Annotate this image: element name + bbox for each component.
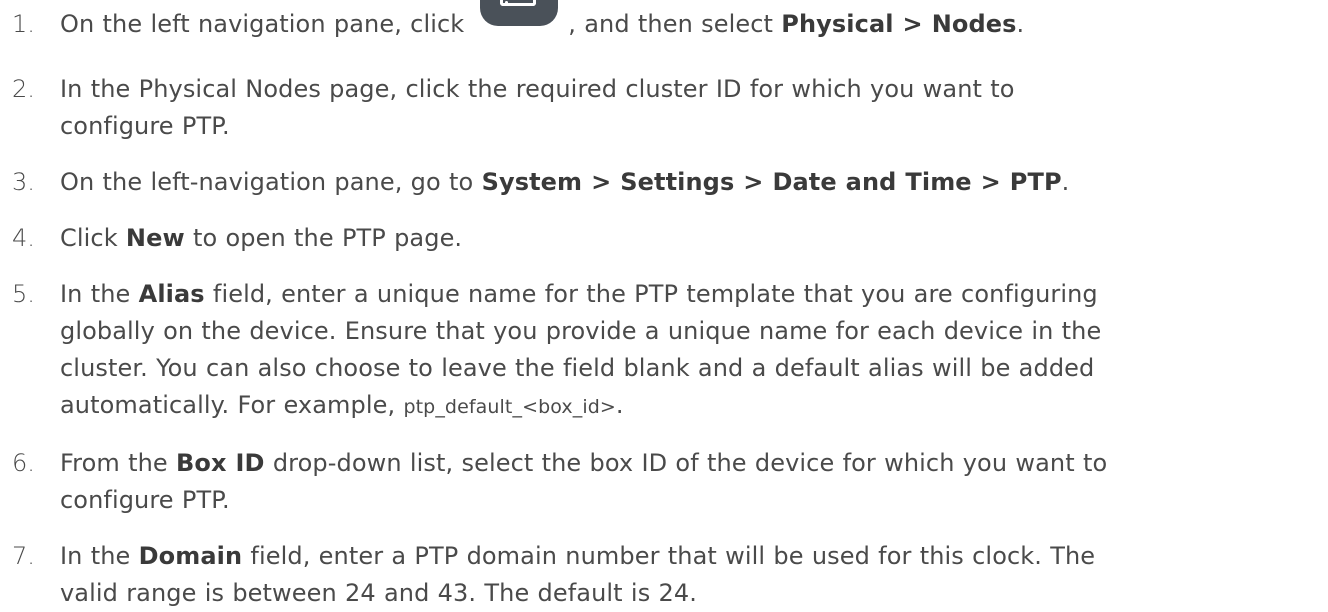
text-line: automatically. For example, ptp_default_… — [60, 387, 1322, 426]
step-number: 4. — [12, 224, 35, 252]
step-text: On the left-navigation pane, go to Syste… — [60, 164, 1322, 201]
step-text: In the Physical Nodes page, click the re… — [60, 71, 1322, 145]
text-line: In the Alias field, enter a unique name … — [60, 276, 1322, 313]
text-line: configure PTP. — [60, 486, 230, 514]
text-segment: . — [1061, 168, 1070, 196]
text-segment: to open the PTP page. — [193, 224, 463, 252]
code-example: ptp_default_<box_id> — [403, 396, 616, 418]
text-line: cluster. You can also choose to leave th… — [60, 354, 1095, 382]
ui-path-physical-nodes: Physical > Nodes — [781, 10, 1017, 38]
step-text: In the Alias field, enter a unique name … — [60, 276, 1322, 426]
ui-path-ptp: System > Settings > Date and Time > PTP — [481, 168, 1062, 196]
text-line: From the Box ID drop-down list, select t… — [60, 445, 1322, 482]
step-text: In the Domain field, enter a PTP domain … — [60, 538, 1322, 612]
step-text: On the left navigation pane, click , and … — [60, 0, 1322, 43]
step-number: 5. — [12, 280, 35, 308]
text-segment: . — [615, 391, 624, 419]
text-segment: automatically. For example, — [60, 391, 396, 419]
step-number: 3. — [12, 168, 35, 196]
text-line: globally on the device. Ensure that you … — [60, 317, 1102, 345]
text-segment: . — [1016, 10, 1025, 38]
step-number: 2. — [12, 75, 35, 103]
step-number: 7. — [12, 542, 35, 570]
ui-label-alias: Alias — [138, 280, 205, 308]
text-line: In the Physical Nodes page, click the re… — [60, 75, 1015, 103]
text-segment: Click — [60, 224, 118, 252]
text-segment: In the — [60, 542, 131, 570]
text-segment: field, enter a PTP domain number that wi… — [250, 542, 1096, 570]
text-segment: On the left-navigation pane, go to — [60, 168, 474, 196]
text-segment: drop-down list, select the box ID of the… — [272, 449, 1108, 477]
text-line: In the Domain field, enter a PTP domain … — [60, 538, 1322, 575]
text-segment: On the left navigation pane, click — [60, 10, 465, 38]
step-text: From the Box ID drop-down list, select t… — [60, 445, 1322, 519]
ui-label-new: New — [125, 224, 185, 252]
step-text: Click New to open the PTP page. — [60, 220, 1322, 257]
text-segment: field, enter a unique name for the PTP t… — [212, 280, 1098, 308]
text-segment: In the — [60, 280, 131, 308]
text-segment: From the — [60, 449, 168, 477]
step-number: 1. — [12, 10, 35, 38]
ui-label-domain: Domain — [138, 542, 243, 570]
server-nav-icon — [470, 0, 568, 26]
text-line: valid range is between 24 and 43. The de… — [60, 579, 697, 607]
step-number: 6. — [12, 449, 35, 477]
text-line: configure PTP. — [60, 112, 230, 140]
text-segment: , and then select — [568, 10, 774, 38]
ui-label-box-id: Box ID — [176, 449, 265, 477]
